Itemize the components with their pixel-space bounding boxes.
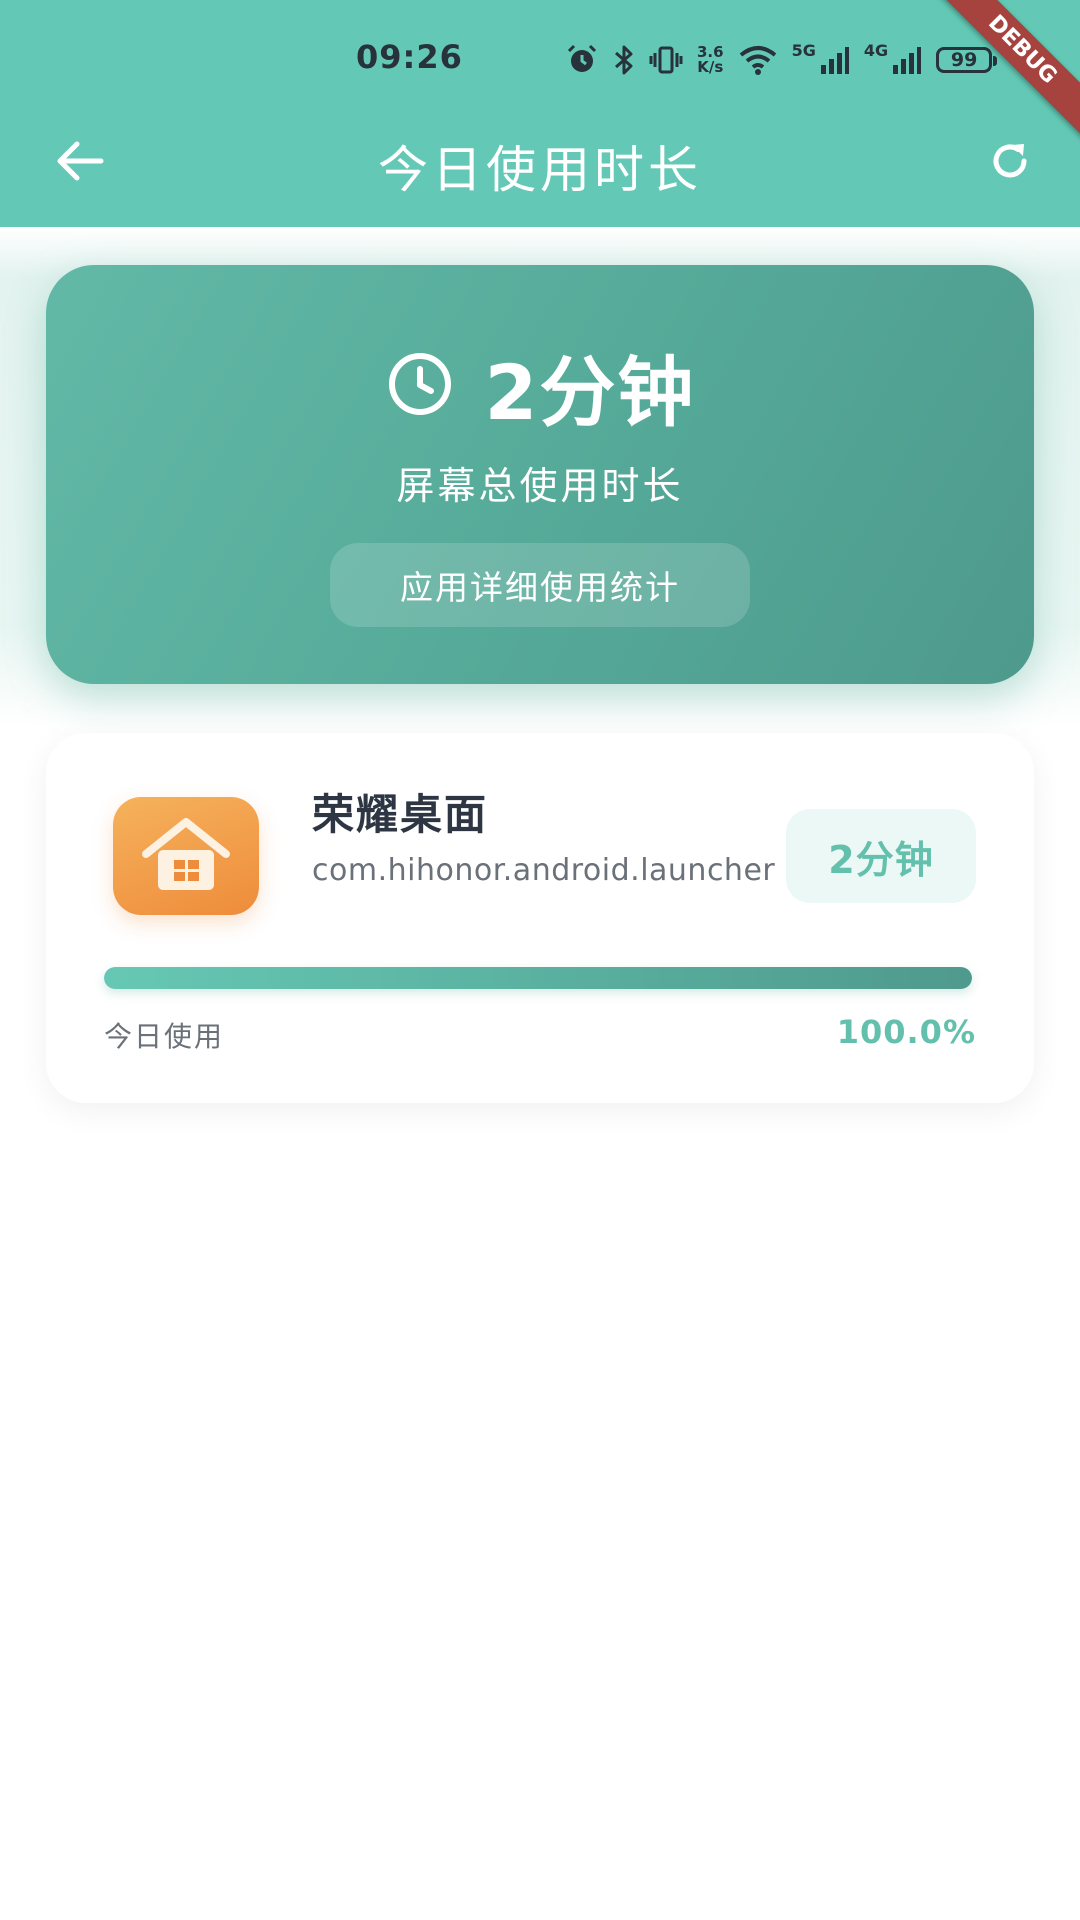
app-package-name: com.hihonor.android.launcher	[312, 853, 776, 888]
usage-summary-card: 2分钟 屏幕总使用时长 应用详细使用统计	[46, 265, 1034, 684]
status-icons: 3.6 K/s 5G 4G 99	[565, 40, 998, 78]
app-header: 09:26 3.6 K/s 5G 4G 99 今日使用时长	[0, 0, 1080, 227]
refresh-icon	[986, 137, 1034, 189]
signal-5g-label: 5G	[791, 40, 816, 60]
vibrate-icon	[649, 43, 683, 77]
signal-4g-label: 4G	[863, 40, 889, 60]
app-usage-card[interactable]: 荣耀桌面 com.hihonor.android.launcher 2分钟 今日…	[46, 733, 1034, 1103]
page-title: 今日使用时长	[378, 141, 702, 199]
app-name: 荣耀桌面	[312, 790, 489, 839]
total-usage-label: 屏幕总使用时长	[396, 464, 684, 508]
app-detail-stats-button[interactable]: 应用详细使用统计	[330, 543, 750, 627]
usage-label: 今日使用	[104, 1020, 225, 1053]
total-time-row: 2分钟	[46, 331, 1034, 441]
signal-icon	[892, 45, 922, 75]
usage-progress-bar	[104, 967, 972, 989]
status-time: 09:26	[356, 38, 463, 76]
refresh-button[interactable]	[980, 138, 1040, 188]
bluetooth-icon	[613, 43, 635, 77]
nav-bar: 今日使用时长	[0, 118, 1080, 208]
usage-progress-fill	[104, 967, 972, 989]
signal-icon	[820, 45, 850, 75]
status-bar: 09:26 3.6 K/s 5G 4G 99	[0, 30, 1080, 90]
usage-percent: 100.0%	[836, 1013, 976, 1051]
total-usage-time: 2分钟	[484, 348, 696, 437]
wifi-icon	[738, 44, 778, 76]
clock-icon	[385, 349, 455, 423]
battery-icon: 99	[936, 47, 998, 73]
home-icon	[113, 797, 259, 915]
net-speed: 3.6 K/s	[697, 43, 724, 76]
alarm-icon	[565, 43, 599, 77]
app-duration-badge: 2分钟	[786, 809, 976, 903]
